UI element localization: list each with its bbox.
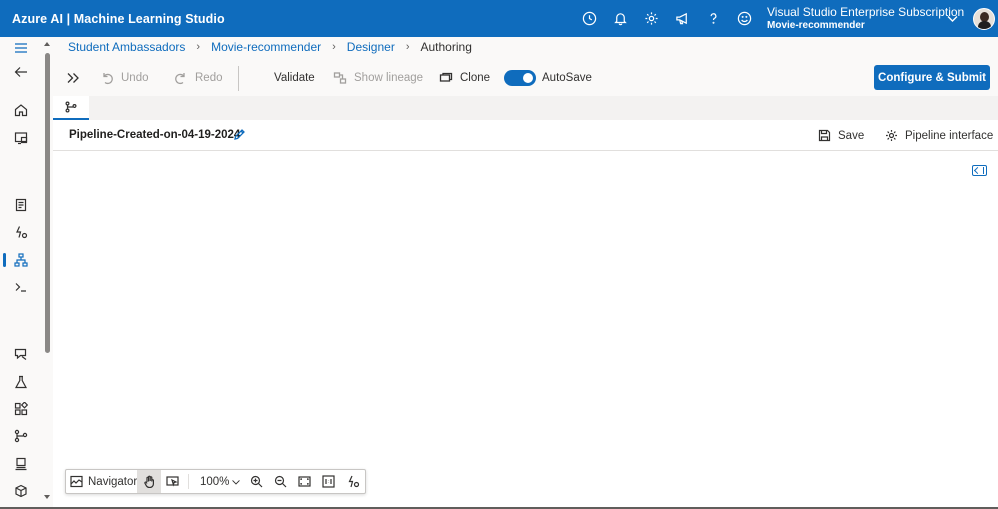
toolbar-divider bbox=[238, 66, 239, 91]
scrollbar-thumb[interactable] bbox=[45, 53, 50, 353]
save-button[interactable]: Save bbox=[818, 120, 864, 151]
help-icon[interactable] bbox=[698, 0, 729, 37]
edit-pencil-icon[interactable] bbox=[233, 128, 246, 141]
automl-icon[interactable] bbox=[0, 219, 41, 245]
validate-button[interactable]: Validate bbox=[274, 60, 315, 96]
redo-button[interactable]: Redo bbox=[174, 60, 223, 96]
hamburger-icon[interactable] bbox=[0, 35, 41, 61]
bell-icon[interactable] bbox=[605, 0, 636, 37]
breadcrumb-movie-recommender[interactable]: Movie-recommender bbox=[211, 40, 321, 54]
canvas-controls: Navigator 100% bbox=[65, 469, 366, 494]
show-lineage-button[interactable]: Show lineage bbox=[333, 60, 423, 96]
nav-scrollbar[interactable] bbox=[42, 37, 53, 509]
autosave-toggle[interactable]: AutoSave bbox=[504, 60, 592, 96]
designer-icon[interactable] bbox=[0, 247, 41, 273]
components-icon[interactable] bbox=[0, 396, 41, 422]
clone-button[interactable]: Clone bbox=[439, 60, 490, 96]
scroll-up-arrow-icon[interactable] bbox=[44, 42, 50, 46]
redo-icon bbox=[175, 73, 185, 85]
compute-icon[interactable] bbox=[0, 451, 41, 477]
smiley-icon[interactable] bbox=[729, 0, 760, 37]
top-icons bbox=[574, 0, 760, 37]
pipelines-icon[interactable] bbox=[0, 423, 41, 449]
fit-to-screen-icon[interactable] bbox=[298, 470, 311, 493]
redo-label: Redo bbox=[195, 72, 223, 84]
select-mode-icon[interactable] bbox=[166, 470, 179, 493]
notebook-icon[interactable] bbox=[0, 192, 41, 218]
breadcrumb: Student Ambassadors › Movie-recommender … bbox=[68, 40, 472, 54]
chevron-right-icon: › bbox=[405, 41, 410, 53]
gear-icon[interactable] bbox=[636, 0, 667, 37]
pipeline-header: Pipeline-Created-on-04-19-2024 Save Pipe… bbox=[53, 120, 998, 151]
zoom-out-icon[interactable] bbox=[274, 470, 287, 493]
chevron-down-icon[interactable] bbox=[946, 12, 959, 25]
navigator-button[interactable]: Navigator bbox=[70, 470, 137, 493]
model-catalog-icon[interactable] bbox=[0, 125, 41, 151]
pan-hand-icon[interactable] bbox=[137, 470, 161, 493]
clone-icon bbox=[439, 72, 453, 82]
lineage-icon bbox=[333, 72, 347, 84]
terminal-icon[interactable] bbox=[0, 274, 41, 300]
undo-label: Undo bbox=[121, 72, 149, 84]
top-bar: Azure AI | Machine Learning Studio Visua… bbox=[0, 0, 998, 37]
autosave-label: AutoSave bbox=[542, 72, 592, 84]
validate-label: Validate bbox=[274, 72, 315, 84]
zoom-level-dropdown[interactable]: 100% bbox=[200, 470, 241, 493]
breadcrumb-student-ambassadors[interactable]: Student Ambassadors bbox=[68, 40, 185, 54]
zoom-level: 100% bbox=[200, 475, 230, 488]
home-icon[interactable] bbox=[0, 97, 41, 123]
pipeline-name: Pipeline-Created-on-04-19-2024 bbox=[69, 129, 241, 141]
divider bbox=[188, 474, 189, 489]
flask-icon[interactable] bbox=[0, 369, 41, 395]
chevron-right-icon: › bbox=[332, 41, 336, 53]
pipeline-interface-button[interactable]: Pipeline interface bbox=[885, 120, 993, 151]
breadcrumb-current: Authoring bbox=[420, 40, 472, 54]
clock-icon[interactable] bbox=[574, 0, 605, 37]
tab-pipeline-graph[interactable] bbox=[53, 96, 89, 120]
autosave-switch[interactable] bbox=[504, 70, 536, 86]
subscription-name: Visual Studio Enterprise Subscription bbox=[767, 5, 965, 19]
scroll-down-arrow-icon[interactable] bbox=[44, 495, 50, 499]
zoom-in-icon[interactable] bbox=[250, 470, 263, 493]
back-arrow-icon[interactable] bbox=[0, 59, 41, 85]
chevron-right-icon: › bbox=[196, 41, 201, 53]
navigator-icon bbox=[70, 475, 83, 488]
gear-icon bbox=[886, 130, 897, 141]
save-label: Save bbox=[838, 129, 865, 142]
undo-icon bbox=[103, 73, 113, 85]
show-lineage-label: Show lineage bbox=[354, 72, 424, 84]
pipeline-interface-label: Pipeline interface bbox=[905, 129, 994, 142]
chevron-down-icon bbox=[232, 479, 241, 485]
left-nav bbox=[0, 37, 41, 509]
tab-strip bbox=[53, 96, 998, 120]
app-title[interactable]: Azure AI | Machine Learning Studio bbox=[12, 12, 225, 26]
clone-label: Clone bbox=[460, 72, 491, 84]
navigator-label: Navigator bbox=[88, 475, 138, 488]
undo-button[interactable]: Undo bbox=[100, 60, 149, 96]
designer-canvas[interactable] bbox=[53, 151, 998, 509]
open-panel-icon[interactable] bbox=[972, 165, 987, 176]
megaphone-icon[interactable] bbox=[667, 0, 698, 37]
breadcrumb-designer[interactable]: Designer bbox=[347, 40, 395, 54]
configure-submit-button[interactable]: Configure & Submit bbox=[874, 65, 990, 90]
actual-size-icon[interactable] bbox=[322, 470, 335, 493]
models-icon[interactable] bbox=[0, 478, 41, 504]
designer-toolbar: Undo Redo Validate Show lineage Clone Au… bbox=[53, 60, 998, 96]
data-labeling-icon[interactable] bbox=[0, 341, 41, 367]
expand-panel-button[interactable] bbox=[66, 60, 87, 96]
auto-layout-icon[interactable] bbox=[347, 470, 360, 493]
avatar[interactable] bbox=[973, 8, 995, 30]
save-icon bbox=[818, 129, 831, 142]
pipeline-tab-icon bbox=[65, 101, 77, 113]
workspace-name: Movie-recommender bbox=[767, 20, 865, 31]
subscription-selector[interactable]: Visual Studio Enterprise Subscription Mo… bbox=[767, 5, 964, 33]
